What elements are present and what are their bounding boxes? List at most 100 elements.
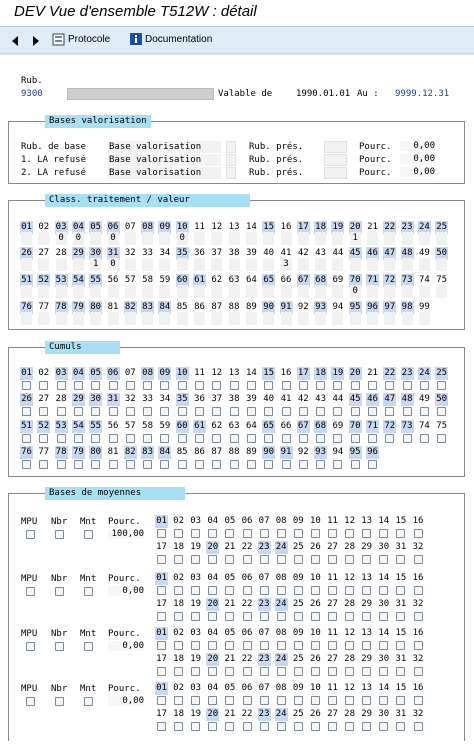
ct-value-15[interactable] [263,232,275,245]
bv-base-input[interactable] [226,167,236,179]
cu-checkbox-91[interactable] [281,460,291,469]
bm-checkbox-25[interactable] [293,612,303,621]
bm-checkbox-08[interactable] [276,696,286,705]
bm-checkbox-08[interactable] [276,529,286,538]
rub-text-field[interactable] [67,88,214,100]
cu-checkbox-55[interactable] [91,434,101,443]
bv-pourc-value[interactable]: 0,00 [400,154,436,164]
ct-value-58[interactable] [142,285,154,298]
bm-checkbox-11[interactable] [328,529,337,538]
bm-checkbox-07[interactable] [259,641,269,650]
ct-value-97[interactable] [384,312,396,325]
cu-checkbox-08[interactable] [143,381,153,390]
ct-value-69[interactable] [332,285,344,298]
bm-checkbox-26[interactable] [310,555,320,564]
cu-checkbox-53[interactable] [56,434,66,443]
ct-value-06[interactable]: 0 [107,232,119,245]
bm-checkbox-30[interactable] [379,722,389,731]
cu-checkbox-56[interactable] [108,434,118,443]
cu-checkbox-49[interactable] [419,407,429,416]
cu-checkbox-95[interactable] [350,460,360,469]
forward-arrow-icon[interactable] [33,36,39,46]
bm-checkbox-09[interactable] [293,641,303,650]
bm-checkbox-14[interactable] [379,529,389,538]
ct-value-86[interactable] [194,312,205,325]
bm-checkbox-21[interactable] [225,555,235,564]
cu-checkbox-24[interactable] [419,381,429,390]
ct-value-53[interactable] [55,285,67,298]
bm-checkbox-27[interactable] [328,722,337,731]
ct-value-33[interactable] [142,258,154,271]
cu-checkbox-68[interactable] [316,434,326,443]
ct-value-62[interactable] [211,285,223,298]
cu-checkbox-74[interactable] [419,434,429,443]
ct-value-85[interactable] [176,312,188,325]
bm-checkbox-08[interactable] [276,641,286,650]
ct-value-84[interactable] [159,312,171,325]
cu-checkbox-52[interactable] [39,434,49,443]
bm-checkbox-03[interactable] [191,696,201,705]
cu-checkbox-19[interactable] [333,381,343,390]
cu-checkbox-84[interactable] [160,460,170,469]
cu-checkbox-43[interactable] [316,407,326,416]
cu-checkbox-06[interactable] [108,381,118,390]
bm-checkbox-17[interactable] [157,612,166,621]
ct-value-41[interactable]: 3 [280,258,292,271]
bv-base-input[interactable] [226,154,236,166]
bm-checkbox-31[interactable] [396,612,406,621]
ct-value-74[interactable] [418,285,430,298]
cu-checkbox-79[interactable] [73,460,83,469]
ct-value-26[interactable] [21,258,32,271]
bm-checkbox-13[interactable] [362,586,372,595]
ct-value-29[interactable] [72,258,84,271]
cu-checkbox-83[interactable] [143,460,153,469]
cu-checkbox-35[interactable] [177,407,187,416]
nbr-checkbox[interactable] [55,587,64,596]
bm-checkbox-25[interactable] [293,667,303,676]
bm-checkbox-19[interactable] [191,667,201,676]
bm-checkbox-02[interactable] [174,529,184,538]
bm-checkbox-23[interactable] [259,667,269,676]
nbr-checkbox[interactable] [55,530,64,539]
ct-value-23[interactable] [401,232,413,245]
cu-checkbox-38[interactable] [229,407,239,416]
pourc-value-field[interactable]: 0,00 [108,586,144,596]
bm-checkbox-03[interactable] [191,641,201,650]
bm-checkbox-17[interactable] [157,555,166,564]
ct-value-82[interactable] [124,312,136,325]
cu-checkbox-51[interactable] [22,434,31,443]
cu-checkbox-58[interactable] [143,434,153,443]
bm-checkbox-02[interactable] [174,696,184,705]
ct-value-91[interactable] [280,312,292,325]
ct-value-59[interactable] [159,285,171,298]
ct-value-95[interactable] [349,312,361,325]
ct-value-50[interactable] [436,258,448,271]
cu-checkbox-41[interactable] [281,407,291,416]
ct-value-56[interactable] [107,285,119,298]
cu-checkbox-89[interactable] [246,460,256,469]
bm-checkbox-07[interactable] [259,586,269,595]
cu-checkbox-80[interactable] [91,460,101,469]
bm-checkbox-20[interactable] [208,612,218,621]
bm-checkbox-05[interactable] [225,586,235,595]
ct-value-46[interactable] [367,258,378,271]
cu-checkbox-75[interactable] [437,434,447,443]
ct-value-30[interactable]: 1 [90,258,102,271]
bv-base-input[interactable] [226,141,236,153]
ct-value-64[interactable] [245,285,257,298]
mnt-checkbox[interactable] [84,530,93,539]
ct-value-54[interactable] [72,285,84,298]
bm-checkbox-09[interactable] [293,529,303,538]
bm-checkbox-27[interactable] [328,612,337,621]
cu-checkbox-37[interactable] [212,407,222,416]
cu-checkbox-94[interactable] [333,460,343,469]
ct-value-27[interactable] [38,258,50,271]
cu-checkbox-09[interactable] [160,381,170,390]
ct-value-98[interactable] [401,312,413,325]
ct-value-57[interactable] [124,285,136,298]
bm-checkbox-25[interactable] [293,555,303,564]
ct-value-19[interactable] [332,232,344,245]
bm-checkbox-07[interactable] [259,696,269,705]
bm-checkbox-31[interactable] [396,555,406,564]
ct-value-51[interactable] [21,285,32,298]
